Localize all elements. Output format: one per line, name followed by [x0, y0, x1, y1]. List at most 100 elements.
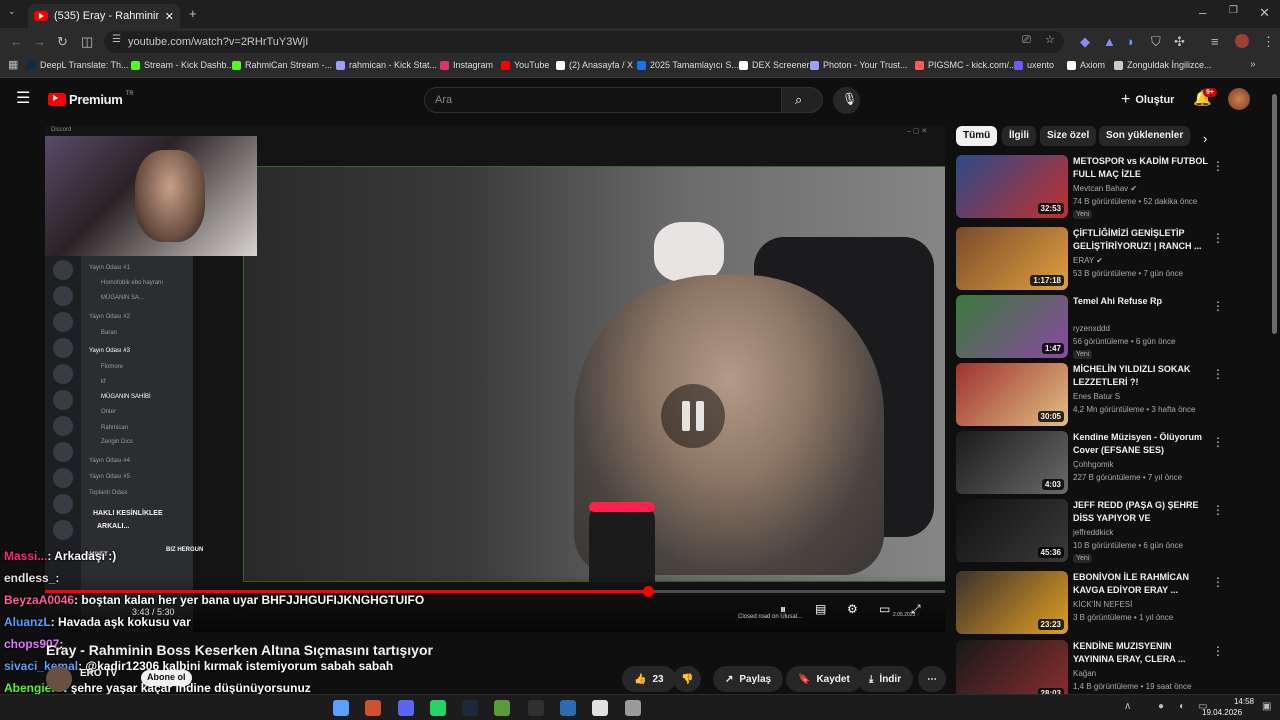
menu-hamburger-icon[interactable]: ☰ — [16, 91, 30, 107]
subtitles-icon[interactable]: ▤ — [815, 602, 826, 616]
more-options-icon[interactable]: ⋮ — [1212, 367, 1224, 381]
settings-icon[interactable] — [625, 700, 641, 716]
recommended-video[interactable]: 32:53 METOSPOR vs KADİM FUTBOL FULL MAÇ İ… — [956, 155, 1224, 219]
video-thumbnail[interactable]: 45:36 — [956, 499, 1068, 562]
more-options-icon[interactable]: ⋮ — [1212, 231, 1224, 245]
channel-name[interactable]: ERO TV — [80, 668, 117, 679]
obs-icon[interactable] — [528, 700, 544, 716]
dislike-button[interactable]: 👎 — [673, 666, 702, 692]
pause-icon[interactable] — [661, 384, 725, 448]
video-thumbnail[interactable]: 1:17:18 — [956, 227, 1068, 290]
cast-icon[interactable]: ⎚ — [1022, 35, 1031, 46]
theater-mode-icon[interactable]: ▭ — [879, 602, 890, 616]
new-tab-icon[interactable]: + — [189, 7, 197, 20]
volume-icon[interactable]: ◖ — [1178, 702, 1184, 712]
save-button[interactable]: 🔖 Kaydet — [786, 666, 862, 692]
media-control-icon[interactable]: ≡ — [1211, 35, 1219, 48]
whatsapp-icon[interactable] — [430, 700, 446, 716]
like-button[interactable]: 👍 23 — [622, 666, 676, 692]
extension-icon[interactable]: ▲ — [1103, 35, 1116, 48]
apps-grid-icon[interactable]: ▦ — [8, 60, 18, 71]
download-button[interactable]: ⤓ İndir — [857, 666, 914, 692]
bookmark-item[interactable]: RahmiCan Stream -... — [232, 60, 332, 70]
microphone-tray-icon[interactable]: ● — [1158, 702, 1164, 712]
video-channel[interactable]: Kağan — [1073, 669, 1096, 678]
page-scrollbar[interactable] — [1272, 94, 1277, 334]
browser-icon[interactable] — [365, 700, 381, 716]
progress-scrubber[interactable] — [643, 586, 654, 597]
bookmark-item[interactable]: 2025 Tamamlayıcı S... — [637, 60, 739, 70]
clock-date[interactable]: 19.04.2026 — [1202, 708, 1242, 717]
app-icon[interactable] — [560, 700, 576, 716]
video-thumbnail[interactable]: 32:53 — [956, 155, 1068, 218]
video-title[interactable]: Temel Ahi Refuse Rp — [1073, 295, 1211, 308]
filter-chip[interactable]: İlgili — [1002, 126, 1036, 146]
video-channel[interactable]: Enes Batur S — [1073, 392, 1120, 401]
minimize-icon[interactable]: – — [1199, 6, 1206, 19]
reload-icon[interactable]: ↻ — [57, 35, 68, 48]
video-channel[interactable]: KİCK'İN NEFESİ — [1073, 600, 1132, 609]
video-title[interactable]: EBONİVON İLE RAHMİCAN KAVGA EDİYOR ERAY … — [1073, 571, 1211, 597]
browser-tab-active[interactable]: (535) Eray - Rahminin Boss Kese ✕ — [28, 4, 180, 28]
channel-avatar[interactable] — [46, 666, 72, 692]
bookmark-item[interactable]: uxento — [1014, 60, 1054, 70]
share-button[interactable]: ↗ Paylaş — [713, 666, 784, 692]
more-actions-button[interactable]: ⋯ — [918, 666, 946, 692]
settings-gear-icon[interactable]: ⚙ — [847, 602, 858, 616]
search-button[interactable]: ⌕ — [781, 87, 823, 113]
bookmark-item[interactable]: Stream - Kick Dashb... — [131, 60, 234, 70]
bookmark-item[interactable]: DEX Screener — [739, 60, 810, 70]
video-title[interactable]: KENDİNE MUZISYENIN YAYININA ERAY, CLERA … — [1073, 640, 1211, 666]
url-bar[interactable]: ☰ youtube.com/watch?v=2RHrTuY3WjI ⎚ ☆ — [104, 31, 1064, 53]
bookmark-item[interactable]: DeepL Translate: Th... — [27, 60, 129, 70]
youtube-premium-logo[interactable]: Premium TR — [48, 91, 134, 107]
video-channel[interactable]: ryzenxddd — [1073, 324, 1110, 333]
video-title[interactable]: JEFF REDD (PAŞA G) ŞEHRE DİSS YAPIYOR VE… — [1073, 499, 1211, 525]
recommended-video[interactable]: 23:23 EBONİVON İLE RAHMİCAN KAVGA EDİYOR … — [956, 571, 1224, 635]
chrome-menu-icon[interactable]: ⋮ — [1262, 35, 1275, 48]
account-avatar[interactable] — [1228, 88, 1250, 110]
video-title[interactable]: MİCHELİN YILDIZLI SOKAK LEZZETLERİ ?! — [1073, 363, 1211, 389]
forward-icon[interactable]: → — [33, 35, 46, 48]
video-channel[interactable]: Mevtcan Bahav ✔ — [1073, 184, 1137, 193]
video-channel[interactable]: jeffreddkick — [1073, 528, 1113, 537]
video-thumbnail[interactable]: 1:47 — [956, 295, 1068, 358]
close-window-icon[interactable]: ✕ — [1259, 6, 1270, 19]
bookmark-item[interactable]: Zonguldak İngilizce... — [1114, 60, 1212, 70]
subscribe-button[interactable]: Abone ol — [141, 670, 192, 686]
site-info-icon[interactable]: ☰ — [112, 35, 121, 45]
shield-icon[interactable]: ⛉ — [1151, 35, 1161, 48]
more-options-icon[interactable]: ⋮ — [1212, 159, 1224, 173]
video-title[interactable]: Kendine Müzisyen - Ölüyorum Cover (EFSAN… — [1073, 431, 1211, 457]
minecraft-icon[interactable] — [494, 700, 510, 716]
video-channel[interactable]: ERAY ✔ — [1073, 256, 1103, 265]
fullscreen-icon[interactable]: ⤢ — [911, 602, 921, 617]
video-title[interactable]: METOSPOR vs KADİM FUTBOL FULL MAÇ İZLE — [1073, 155, 1211, 181]
security-icon[interactable] — [592, 700, 608, 716]
search-input[interactable]: Ara — [424, 87, 782, 113]
more-options-icon[interactable]: ⋮ — [1212, 299, 1224, 313]
more-options-icon[interactable]: ⋮ — [1212, 503, 1224, 517]
bookmark-item[interactable]: (2) Anasayfa / X — [556, 60, 633, 70]
start-icon[interactable] — [333, 700, 349, 716]
miniplayer-icon[interactable]: ⏸ — [780, 602, 786, 617]
more-options-icon[interactable]: ⋮ — [1212, 575, 1224, 589]
video-thumbnail[interactable]: 23:23 — [956, 571, 1068, 634]
filter-chip[interactable]: Size özel — [1040, 126, 1097, 146]
recommended-video[interactable]: 30:05 MİCHELİN YILDIZLI SOKAK LEZZETLERİ … — [956, 363, 1224, 427]
more-options-icon[interactable]: ⋮ — [1212, 644, 1224, 658]
profile-avatar[interactable] — [1235, 34, 1249, 48]
clock-time[interactable]: 14:58 — [1214, 697, 1254, 706]
extension-icon[interactable]: ◆ — [1080, 35, 1090, 48]
tab-search-icon[interactable]: ⌄ — [8, 7, 16, 16]
video-channel[interactable]: Çohhgomik — [1073, 460, 1113, 469]
video-title[interactable]: ÇİFTLİĞİMİZİ GENİŞLETİP GELİŞTİRİYORUZ! … — [1073, 227, 1211, 253]
back-icon[interactable]: ← — [10, 35, 23, 48]
discord-icon[interactable] — [398, 700, 414, 716]
video-thumbnail[interactable]: 4:03 — [956, 431, 1068, 494]
bookmark-item[interactable]: Axiom — [1067, 60, 1105, 70]
tray-overflow-icon[interactable]: ∧ — [1124, 702, 1131, 712]
bookmark-item[interactable]: Photon - Your Trust... — [810, 60, 908, 70]
bookmark-item[interactable]: PIGSMC - kick.com/... — [915, 60, 1017, 70]
notification-center-icon[interactable]: ▣ — [1262, 702, 1271, 712]
